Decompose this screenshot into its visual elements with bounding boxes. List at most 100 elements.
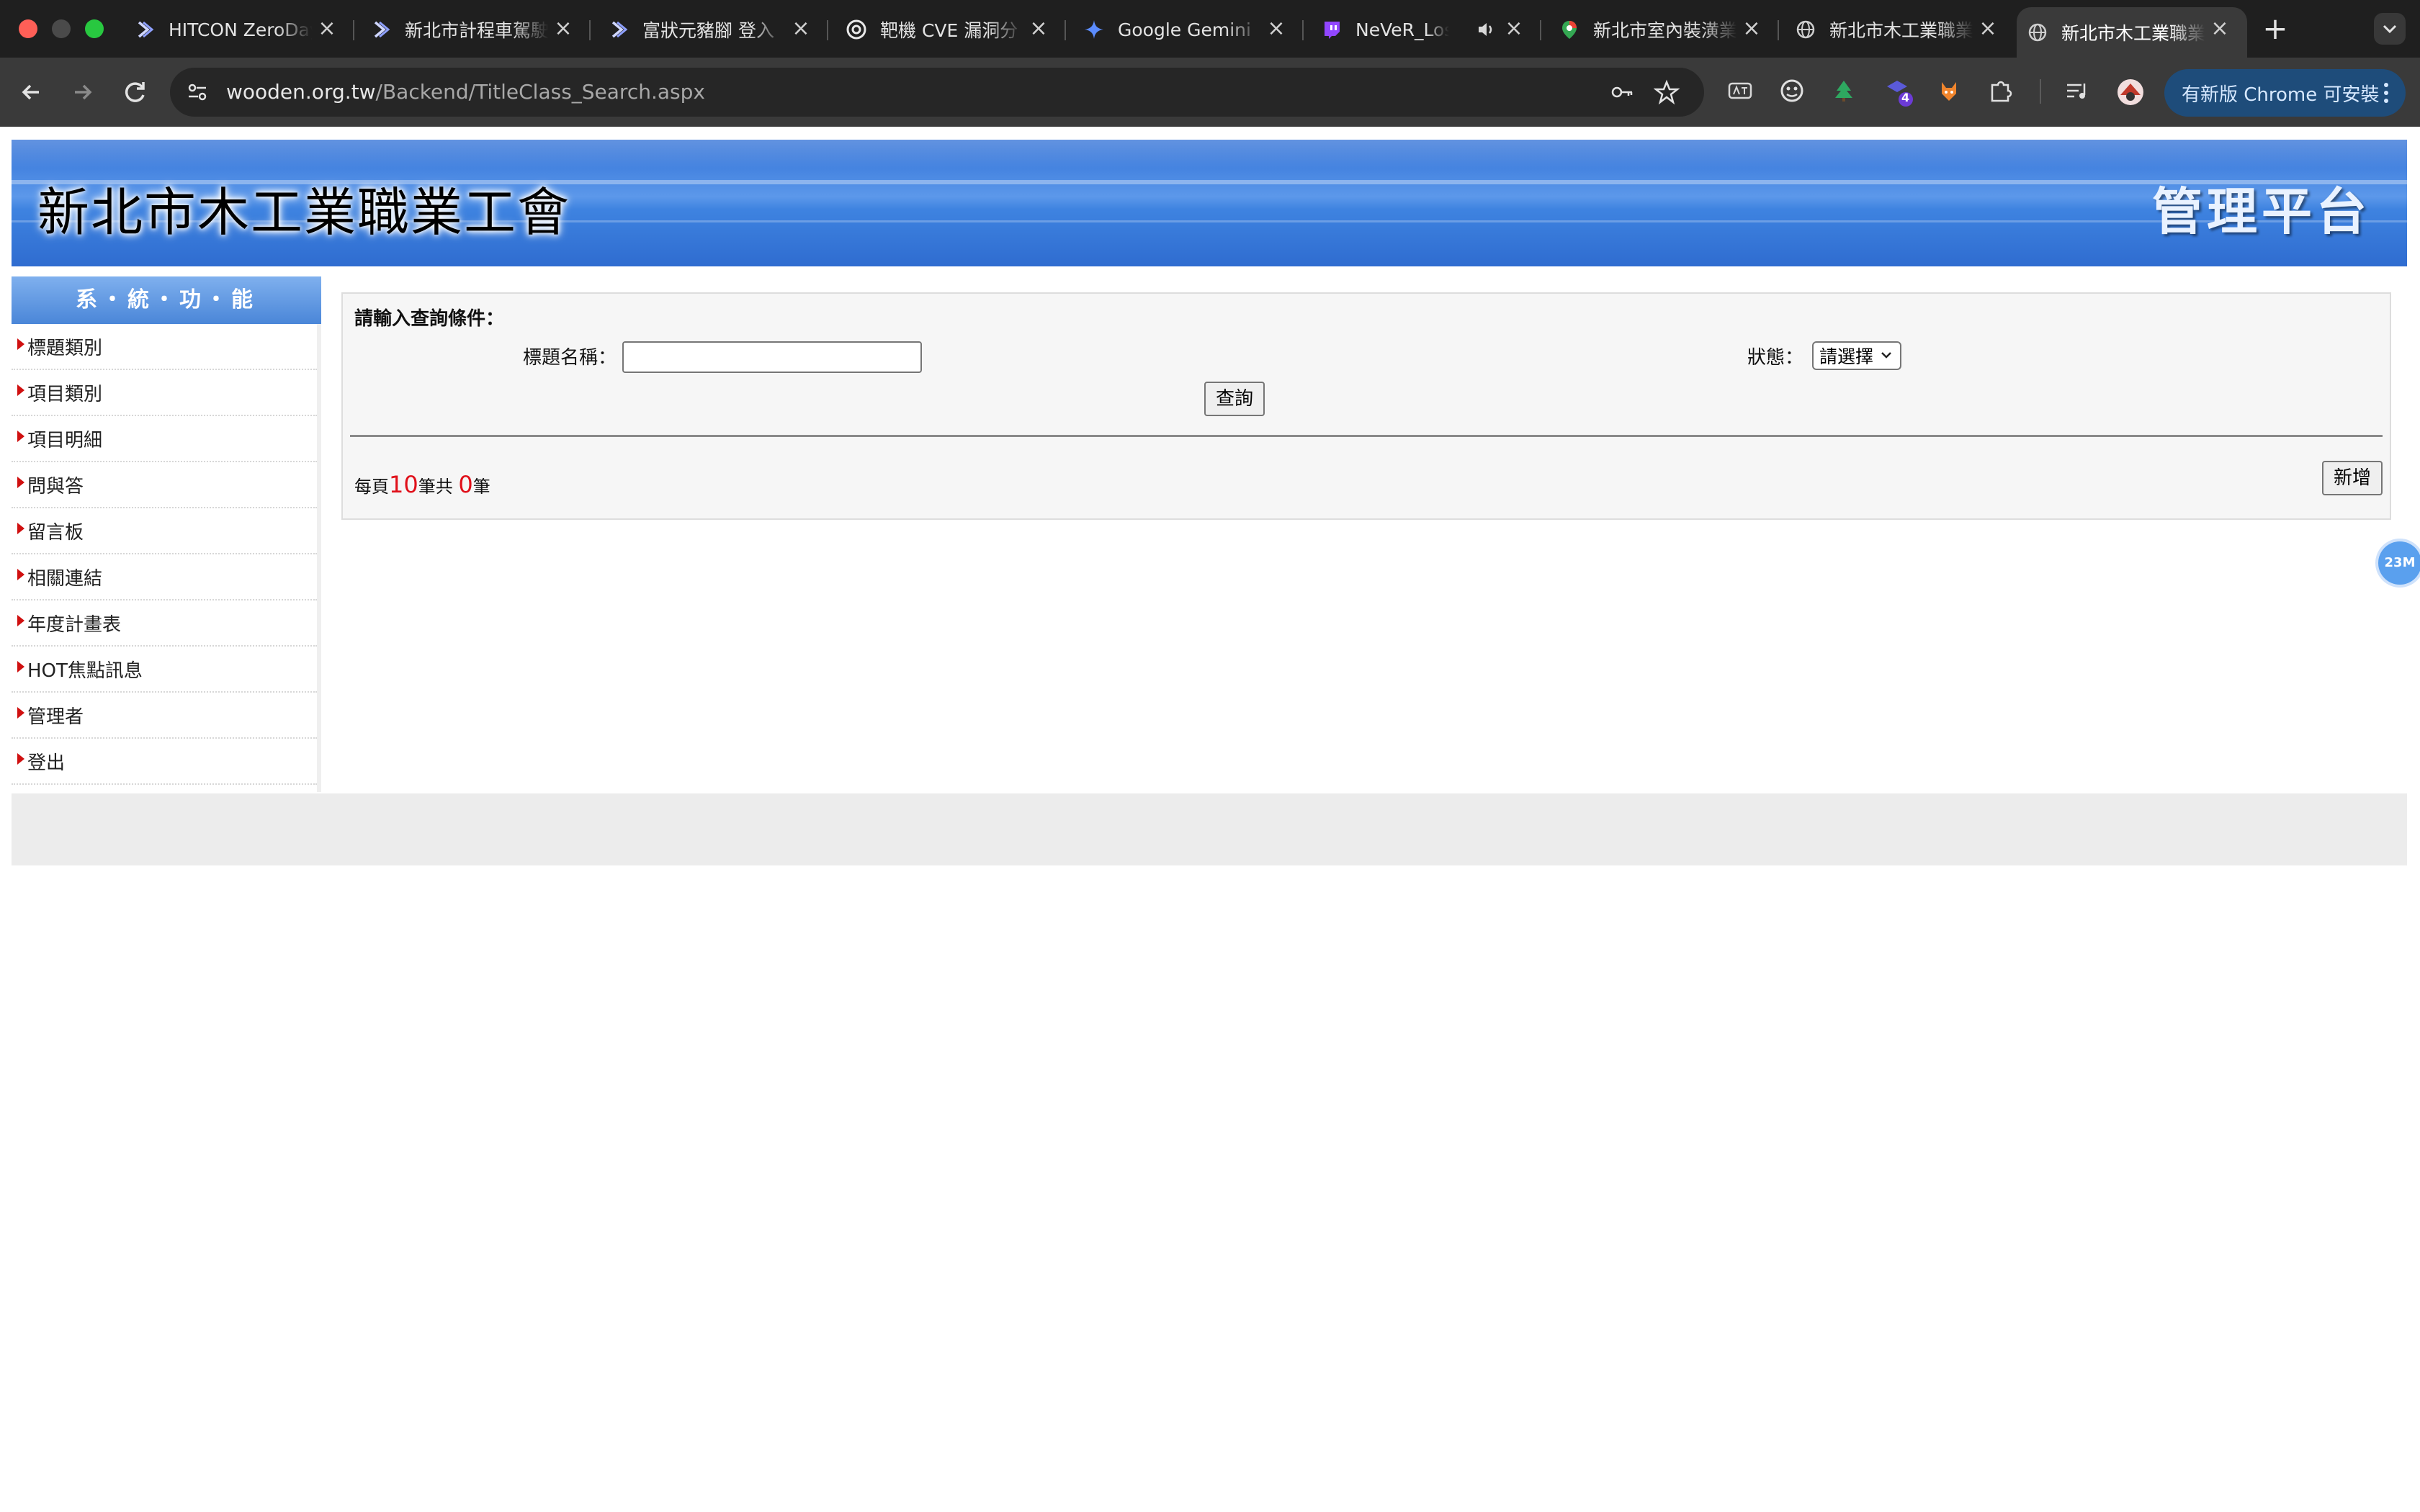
url-path: /Backend/TitleClass_Search.aspx <box>375 80 705 104</box>
window-zoom-button[interactable] <box>85 19 104 38</box>
tab-close-icon[interactable]: × <box>2208 17 2231 40</box>
tree-extension-icon[interactable] <box>1829 76 1858 105</box>
browser-tab[interactable]: 靶機 CVE 漏洞分 × <box>835 7 1066 52</box>
sidebar-item-label: 項目明細 <box>27 429 103 451</box>
reload-icon <box>125 82 145 102</box>
triangle-right-icon <box>17 569 24 580</box>
browser-tab[interactable]: NeVeR_LosE × <box>1311 7 1541 52</box>
browser-tab[interactable]: HITCON ZeroDay × <box>124 7 354 52</box>
sidebar-item-logout[interactable]: 登出 <box>12 739 317 785</box>
sidebar-item-label: 項目類別 <box>27 383 103 405</box>
extension-badge-icon[interactable]: 4 <box>1883 76 1913 107</box>
extension-face-icon[interactable] <box>1778 76 1806 105</box>
window-minimize-button[interactable] <box>52 19 71 38</box>
tab-title: HITCON ZeroDay <box>169 19 313 40</box>
add-button[interactable]: 新增 <box>2322 461 2383 495</box>
tab-title: NeVeR_LosE <box>1355 19 1449 40</box>
status-select[interactable]: 請選擇 <box>1812 341 1901 370</box>
reload-button[interactable] <box>118 75 153 109</box>
sidebar-item-admins[interactable]: 管理者 <box>12 693 317 739</box>
sidebar-item-annual-plan[interactable]: 年度計畫表 <box>12 600 317 647</box>
divider <box>350 435 2383 437</box>
sidebar-item-label: 登出 <box>27 752 66 774</box>
tab-title: 新北市計程車駕駛 <box>405 20 549 41</box>
site-settings-icon[interactable] <box>184 79 210 105</box>
tab-close-icon[interactable]: × <box>1027 17 1050 40</box>
sidebar-item-label: 標題類別 <box>27 337 103 359</box>
tab-separator <box>1540 20 1541 40</box>
triangle-right-icon <box>17 477 24 488</box>
back-button[interactable] <box>14 75 49 109</box>
tab-close-icon[interactable]: × <box>1265 17 1288 40</box>
sidebar-menu: 標題類別 項目類別 項目明細 問與答 留言板 相關連結 年度計畫表 HOT焦點訊… <box>12 324 321 792</box>
tab-close-icon[interactable]: × <box>1502 17 1525 40</box>
fox-extension-icon[interactable] <box>1935 76 1963 105</box>
url-host: wooden.org.tw <box>226 80 376 104</box>
tab-separator <box>827 20 828 40</box>
new-tab-button[interactable]: + <box>2259 13 2291 45</box>
triangle-right-icon <box>17 431 24 442</box>
globe-icon <box>1795 19 1816 40</box>
sidebar-item-label: 留言板 <box>27 521 84 544</box>
tab-search-button[interactable] <box>2374 13 2406 45</box>
tab-title: Google Gemini <box>1118 19 1251 40</box>
password-key-icon[interactable] <box>1609 79 1635 105</box>
hitcon-icon <box>608 19 629 40</box>
sidebar-item-title-class[interactable]: 標題類別 <box>12 324 317 370</box>
sidebar-item-item-class[interactable]: 項目類別 <box>12 370 317 416</box>
sidebar-item-links[interactable]: 相關連結 <box>12 554 317 600</box>
pagination-summary: 每頁10筆共 0筆 <box>354 471 490 498</box>
tab-close-icon[interactable]: × <box>789 17 812 40</box>
tab-separator <box>1065 20 1066 40</box>
triangle-right-icon <box>17 753 24 765</box>
tab-separator <box>1778 20 1779 40</box>
sidebar-item-label: 相關連結 <box>27 567 103 590</box>
tab-title: 新北市木工業職業 <box>2061 23 2205 44</box>
profile-avatar-icon[interactable] <box>2115 76 2143 105</box>
tab-title: 新北市室內裝潢業 <box>1593 20 1737 41</box>
tab-close-icon[interactable]: × <box>1976 17 1999 40</box>
sidebar-item-message-board[interactable]: 留言板 <box>12 508 317 554</box>
triangle-right-icon <box>17 615 24 626</box>
speaker-icon[interactable] <box>1475 19 1497 40</box>
chrome-update-button[interactable]: 有新版 Chrome 可安裝 <box>2164 69 2406 117</box>
sidebar-item-item-detail[interactable]: 項目明細 <box>12 416 317 462</box>
tab-close-icon[interactable]: × <box>315 17 339 40</box>
title-name-input[interactable] <box>622 341 922 373</box>
floating-badge[interactable]: 23M <box>2378 541 2420 585</box>
triangle-right-icon <box>17 384 24 396</box>
browser-tab[interactable]: 新北市木工業職業 × <box>1785 7 2015 52</box>
extension-badge-count: 4 <box>1901 91 1910 104</box>
browser-tab[interactable]: 新北市計程車駕駛 × <box>360 7 591 52</box>
translate-extension-icon[interactable] <box>1726 76 1754 105</box>
tab-close-icon[interactable]: × <box>552 17 575 40</box>
tab-separator <box>589 20 591 40</box>
sidebar-item-label: 管理者 <box>27 706 84 728</box>
footer-bar <box>12 793 2407 865</box>
hitcon-icon <box>370 19 392 40</box>
sidebar-item-qa[interactable]: 問與答 <box>12 462 317 508</box>
sidebar-item-hot-news[interactable]: HOT焦點訊息 <box>12 647 317 693</box>
media-controls-icon[interactable] <box>2063 76 2092 105</box>
browser-tab[interactable]: Google Gemini × <box>1073 7 1304 52</box>
search-panel: 請輸入查詢條件： 標題名稱： 狀態： 請選擇 查詢 每頁10筆共 0筆 新增 <box>341 292 2391 520</box>
chevron-down-icon <box>2383 24 2397 34</box>
search-button[interactable]: 查詢 <box>1204 382 1265 416</box>
total-suffix: 筆 <box>472 477 490 497</box>
twitch-icon <box>1321 19 1343 40</box>
browser-tab-active[interactable]: 新北市木工業職業 × <box>2017 7 2247 58</box>
puzzle-extensions-icon[interactable] <box>1986 76 2015 105</box>
forward-button[interactable] <box>65 75 99 109</box>
chrome-update-label: 有新版 Chrome 可安裝 <box>2182 84 2380 106</box>
browser-tab[interactable]: 富狀元豬腳 登入 × <box>598 7 828 52</box>
status-label: 狀態： <box>1747 347 1804 369</box>
window-close-button[interactable] <box>19 19 37 38</box>
more-vert-icon <box>2384 83 2388 103</box>
browser-tab[interactable]: 新北市室內裝潢業 × <box>1549 7 1779 52</box>
sidebar-item-label: HOT焦點訊息 <box>27 660 143 682</box>
maps-pin-icon <box>1559 19 1580 40</box>
gemini-icon <box>1083 19 1105 40</box>
address-bar[interactable]: wooden.org.tw/Backend/TitleClass_Search.… <box>170 68 1704 117</box>
tab-close-icon[interactable]: × <box>1740 17 1763 40</box>
bookmark-star-icon[interactable] <box>1653 79 1680 105</box>
